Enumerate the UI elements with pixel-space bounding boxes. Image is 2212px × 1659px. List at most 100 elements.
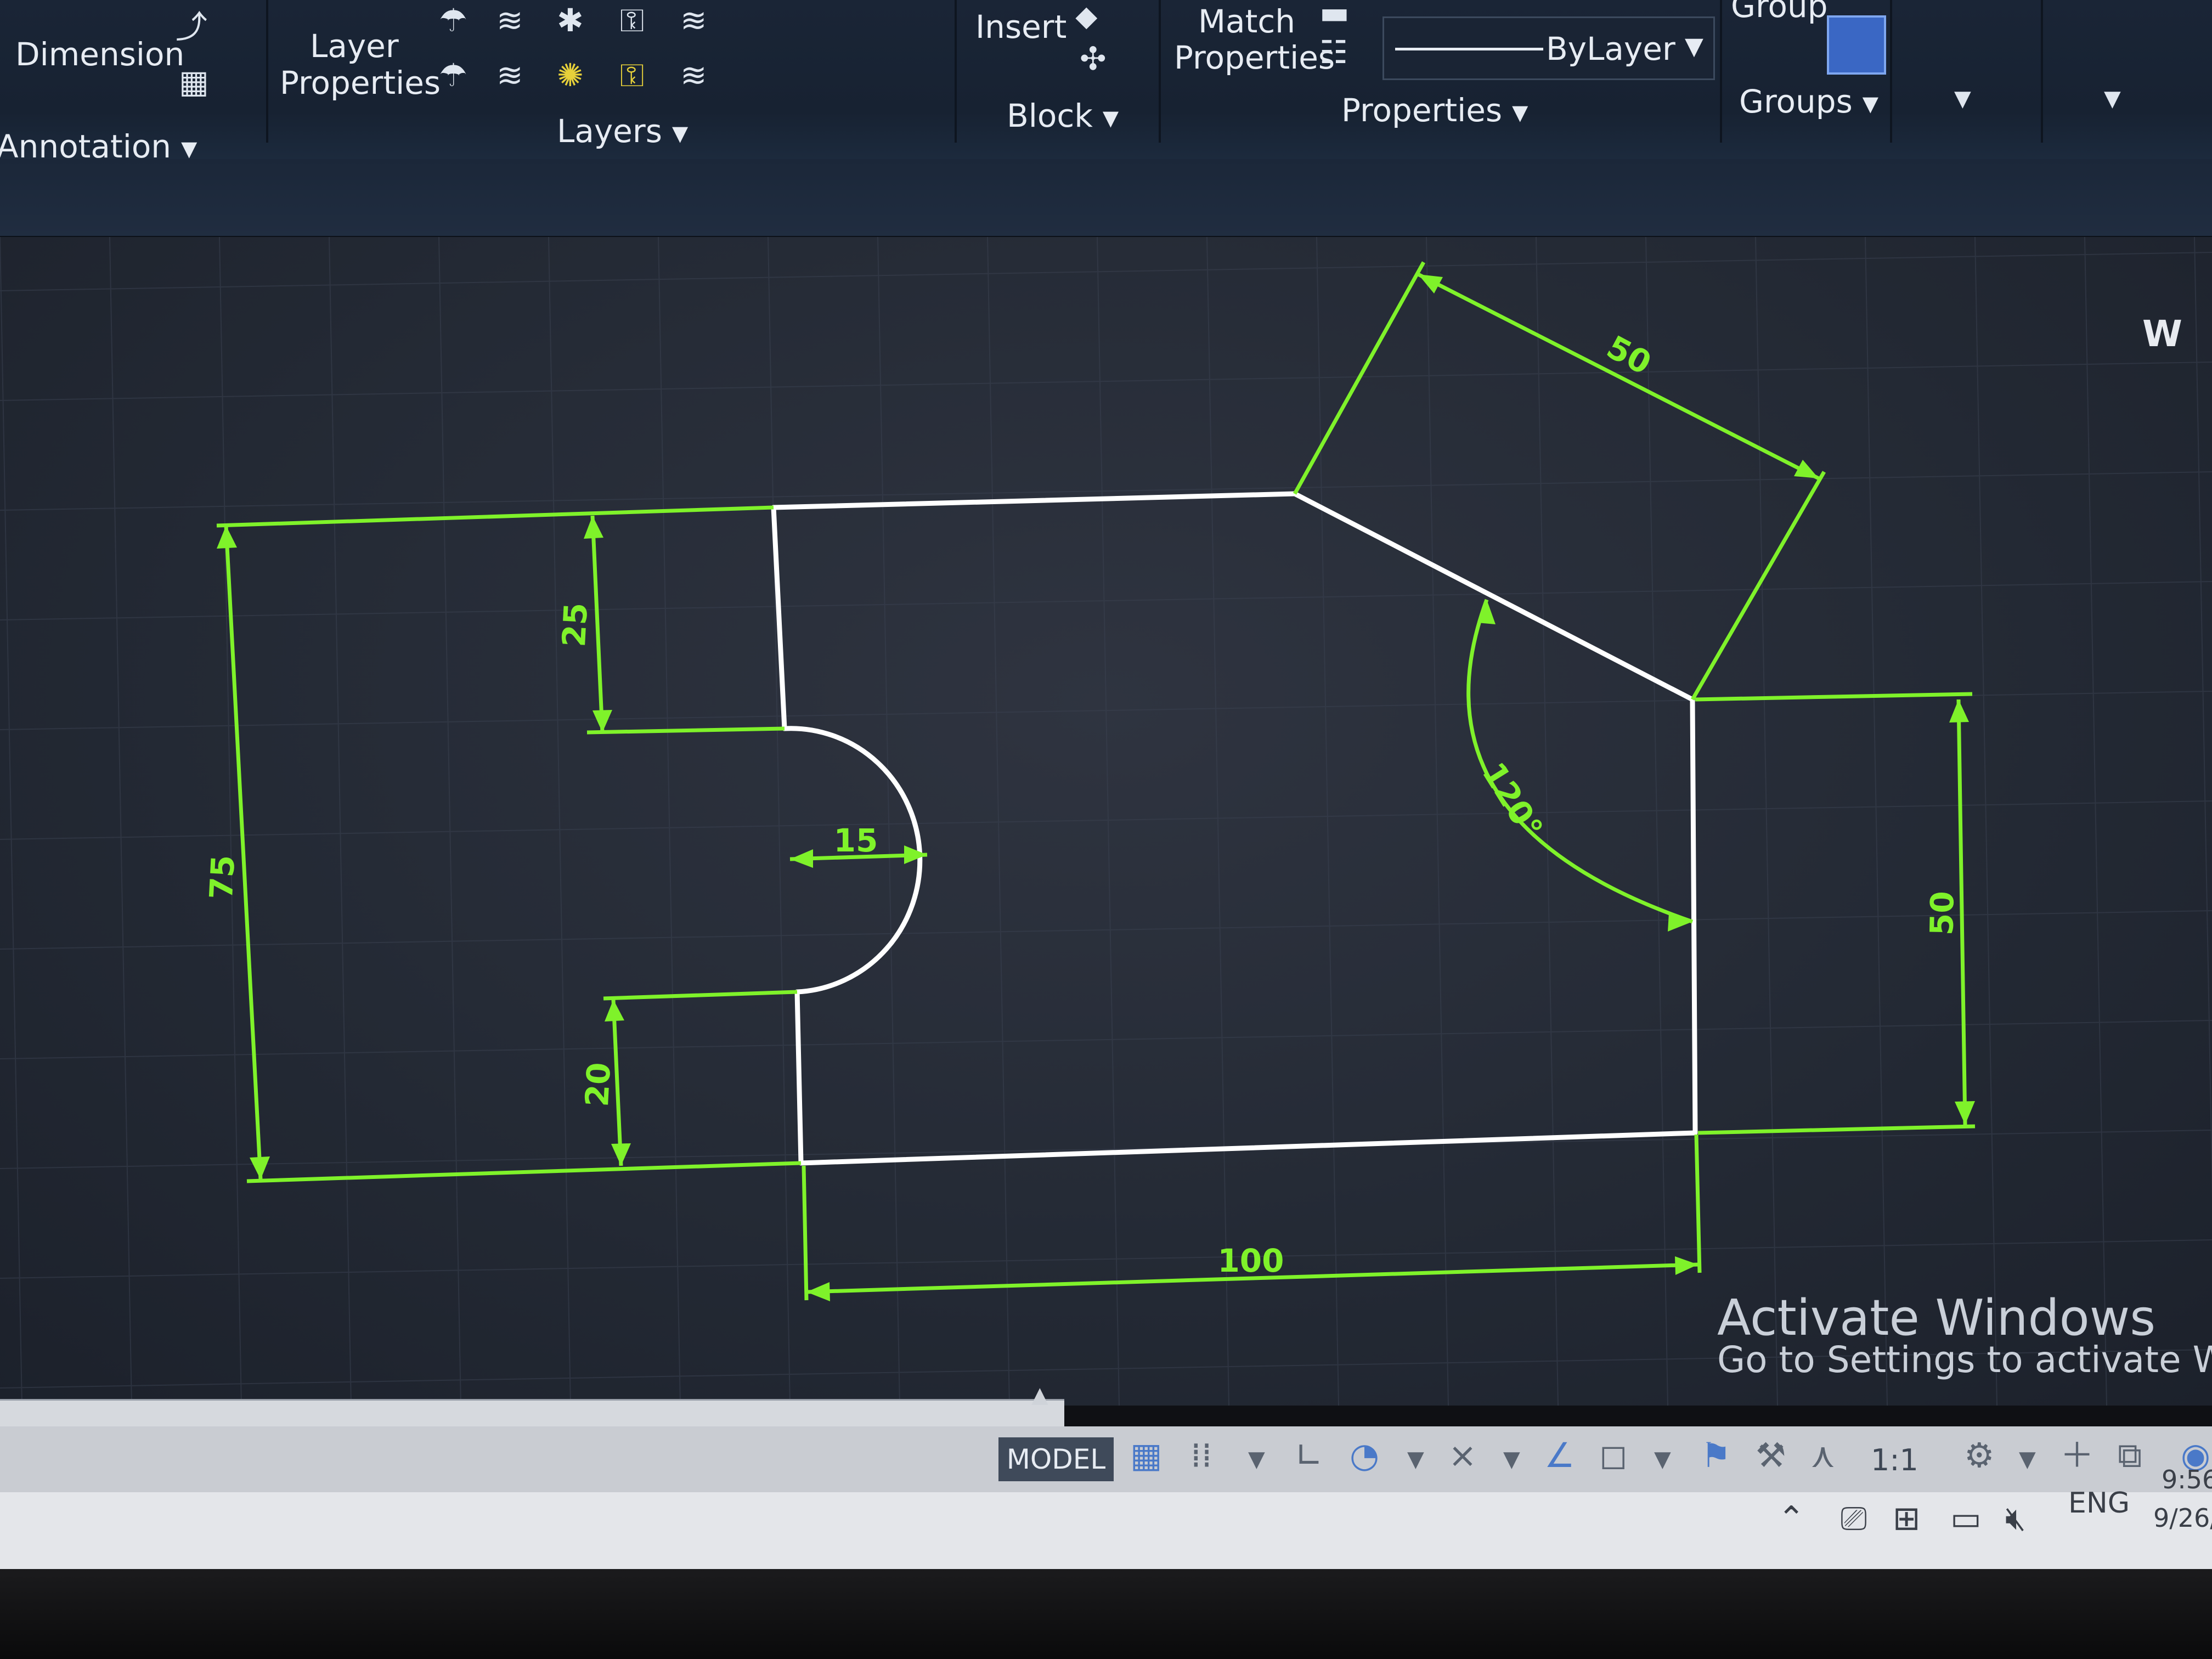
- layers-panel-title[interactable]: Layers ▼: [557, 115, 688, 147]
- layers-label: Layers: [557, 112, 662, 150]
- dimension-line-25: [590, 515, 605, 733]
- layer-properties-label-2[interactable]: Properties: [280, 67, 441, 99]
- grid-line: [0, 471, 2212, 511]
- layer-properties-label-1[interactable]: Layer: [310, 30, 399, 62]
- annotation-visibility-icon[interactable]: ⚑: [1701, 1438, 1731, 1472]
- table-icon[interactable]: ▦: [179, 66, 209, 98]
- chevron-down-icon[interactable]: ▼: [1248, 1448, 1265, 1470]
- dynamic-ucs-icon[interactable]: ∠: [1544, 1438, 1575, 1472]
- chevron-down-icon[interactable]: ▼: [1954, 88, 1971, 110]
- snap-icon[interactable]: ⁞⁞: [1190, 1438, 1212, 1472]
- network-icon[interactable]: ⊞: [1893, 1502, 1920, 1535]
- dim-text-120: 120°: [1475, 756, 1550, 845]
- activate-windows-subtitle: Go to Settings to activate Wind: [1717, 1339, 2212, 1381]
- groups-panel-title[interactable]: Groups ▼: [1739, 86, 1878, 117]
- linetype-dropdown[interactable]: ByLayer ▼: [1383, 16, 1715, 80]
- extension-line: [1694, 1134, 1702, 1273]
- chevron-down-icon: ▼: [1102, 105, 1119, 130]
- grid-icon[interactable]: ▦: [1130, 1438, 1163, 1472]
- language-indicator[interactable]: ENG: [2068, 1487, 2130, 1520]
- annotation-scale-value[interactable]: 1:1: [1871, 1443, 1918, 1477]
- properties-panel-title[interactable]: Properties ▼: [1341, 94, 1528, 126]
- grid-line: [1206, 237, 1229, 1406]
- chevron-down-icon[interactable]: ▼: [2019, 1448, 2036, 1470]
- layer-tool-icon[interactable]: ✺: [557, 59, 584, 91]
- viewcube-west-label[interactable]: W: [2142, 313, 2182, 355]
- part-outline: [771, 491, 1698, 1166]
- layer-tool-icon[interactable]: ≋: [496, 59, 523, 91]
- clock-date[interactable]: 9/26/: [2153, 1503, 2212, 1533]
- isolate-icon[interactable]: ⧉: [2118, 1438, 2142, 1472]
- model-space-tab[interactable]: MODEL: [998, 1437, 1114, 1481]
- arrowhead: [250, 1156, 270, 1180]
- lineweight-icon[interactable]: ▬: [1319, 0, 1350, 29]
- arrowhead: [1949, 699, 1969, 723]
- arrowhead: [592, 710, 612, 732]
- select-cursor-icon[interactable]: [1827, 15, 1886, 75]
- group-button[interactable]: Group: [1731, 0, 1828, 22]
- chevron-down-icon: ▼: [1685, 32, 1703, 60]
- linetype-icon[interactable]: ☷: [1319, 36, 1348, 68]
- grid-line: [987, 237, 1010, 1406]
- ribbon-panel-titles: Annotation ▼ Layers ▼ Block ▼ Properties ▼ G…: [0, 86, 2212, 238]
- annotation-label: Annotation: [0, 128, 172, 165]
- osnap-icon[interactable]: ⨯: [1448, 1438, 1477, 1472]
- annotation-scale-icon[interactable]: ⋏: [1810, 1438, 1835, 1472]
- leader-icon[interactable]: ⤴: [176, 11, 207, 43]
- layer-tool-icon[interactable]: ☂: [439, 59, 467, 91]
- arrowhead: [1955, 1101, 1975, 1125]
- dim-text-15: 15: [834, 822, 878, 859]
- chevron-down-icon[interactable]: ▼: [1503, 1448, 1520, 1470]
- layer-tool-icon[interactable]: ⚿: [620, 59, 644, 91]
- dimension-lines: [216, 261, 1976, 1301]
- layer-tool-icon[interactable]: ⚿: [620, 4, 644, 36]
- polar-icon[interactable]: ◔: [1350, 1438, 1379, 1472]
- grid-line: [109, 237, 132, 1406]
- plus-icon[interactable]: ＋: [2060, 1438, 2094, 1472]
- grid-line: [0, 252, 2212, 291]
- grid-line: [1426, 237, 1449, 1406]
- chevron-down-icon: ▼: [181, 136, 198, 161]
- chevron-up-icon[interactable]: ▲: [1031, 1383, 1048, 1408]
- chevron-down-icon[interactable]: ▼: [1654, 1448, 1671, 1470]
- meet-icon[interactable]: ⎚: [1841, 1502, 1867, 1535]
- panel-separator: [1890, 0, 1892, 143]
- chevron-down-icon[interactable]: ▼: [2104, 88, 2121, 110]
- annotation-panel-title[interactable]: Annotation ▼: [0, 131, 197, 162]
- grid-line: [219, 237, 242, 1406]
- arrowhead: [806, 1282, 830, 1301]
- volume-muted-icon[interactable]: 🔇︎: [2005, 1502, 2026, 1535]
- arrowhead: [1418, 274, 1443, 294]
- layer-tool-icon[interactable]: ≋: [496, 4, 523, 36]
- grid-line: [2084, 237, 2107, 1406]
- arrowhead: [584, 516, 603, 539]
- match-properties-label-2[interactable]: Properties: [1174, 42, 1335, 74]
- selection-cycling-icon[interactable]: ◻: [1599, 1438, 1627, 1472]
- linetype-value: ByLayer: [1546, 30, 1675, 67]
- match-properties-label-1[interactable]: Match: [1198, 5, 1295, 37]
- auto-scale-icon[interactable]: ⚒: [1756, 1438, 1786, 1472]
- panel-separator: [955, 0, 957, 143]
- block-panel-title[interactable]: Block ▼: [1007, 100, 1119, 132]
- chevron-down-icon[interactable]: ▼: [1407, 1448, 1424, 1470]
- panel-separator: [266, 0, 268, 143]
- outline-right-edge: [1690, 697, 1698, 1136]
- display-icon[interactable]: ▭: [1950, 1502, 1982, 1535]
- clock-time[interactable]: 9:56: [2162, 1465, 2212, 1494]
- insert-icon[interactable]: ⬥: [1075, 0, 1098, 32]
- chevron-up-icon[interactable]: ⌃: [1778, 1502, 1805, 1535]
- layer-tool-icon[interactable]: ≋: [680, 4, 707, 36]
- layer-tool-icon[interactable]: ≋: [680, 59, 707, 91]
- extension-line: [216, 505, 774, 528]
- block-edit-icon[interactable]: ✣: [1080, 43, 1107, 75]
- insert-button[interactable]: Insert: [975, 11, 1066, 43]
- dim-text-50-vertical: 50: [1923, 891, 1961, 936]
- layer-tool-icon[interactable]: ✱: [557, 4, 584, 36]
- drawing-canvas[interactable]: 75 25 20 15 100 50 50 120°: [0, 237, 2212, 1406]
- dimension-button[interactable]: Dimension: [15, 38, 184, 70]
- layer-tool-icon[interactable]: ☂: [439, 4, 467, 36]
- panel-separator: [1159, 0, 1161, 143]
- ortho-icon[interactable]: ∟: [1295, 1438, 1323, 1472]
- workspace-icon[interactable]: ⚙: [1964, 1438, 1995, 1472]
- grid-line: [1316, 237, 1339, 1406]
